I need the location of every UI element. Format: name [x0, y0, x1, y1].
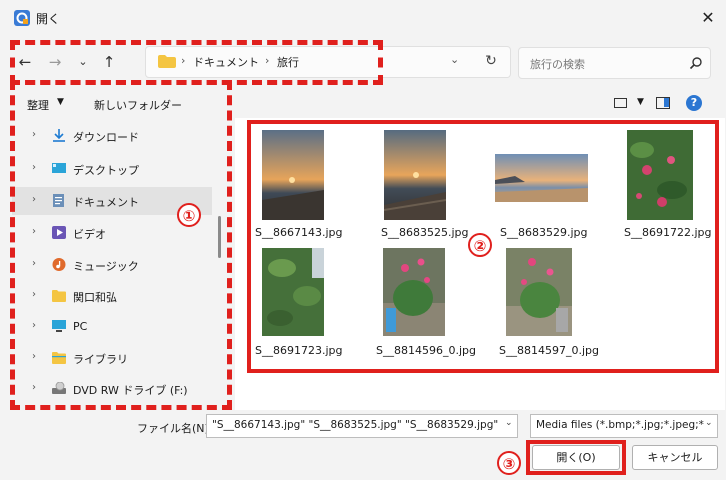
view-mode-icon[interactable] — [614, 98, 627, 108]
annotation-box-navigation — [10, 40, 383, 85]
close-button[interactable]: ✕ — [696, 6, 720, 30]
annotation-badge: ① — [177, 203, 201, 227]
help-icon[interactable]: ? — [686, 95, 702, 111]
annotation-box-open — [526, 440, 626, 475]
annotation-box-sidebar — [10, 80, 232, 410]
filetype-value[interactable]: Media files (*.bmp;*.jpg;*.jpeg;* — [536, 419, 704, 431]
refresh-icon[interactable]: ↻ — [480, 50, 502, 72]
chevron-down-icon[interactable]: ⌄ — [505, 418, 513, 428]
filename-label: ファイル名(N): — [137, 422, 213, 435]
chevron-down-icon[interactable]: ⌄ — [705, 418, 713, 428]
chevron-down-icon[interactable]: ▼ — [637, 97, 644, 107]
title-bar — [0, 0, 726, 36]
search-icon[interactable] — [689, 56, 703, 70]
search-input[interactable]: 旅行の検索 — [530, 56, 585, 72]
cancel-button[interactable]: キャンセル — [632, 445, 718, 470]
annotation-badge: ② — [468, 233, 492, 257]
annotation-badge: ③ — [497, 451, 521, 475]
filename-value[interactable]: "S__8667143.jpg" "S__8683525.jpg" "S__86… — [212, 419, 502, 431]
window-title: 開く — [36, 12, 61, 26]
address-dropdown-icon[interactable]: ⌄ — [450, 53, 459, 66]
preview-pane-icon[interactable] — [656, 97, 670, 109]
app-icon — [14, 10, 30, 26]
